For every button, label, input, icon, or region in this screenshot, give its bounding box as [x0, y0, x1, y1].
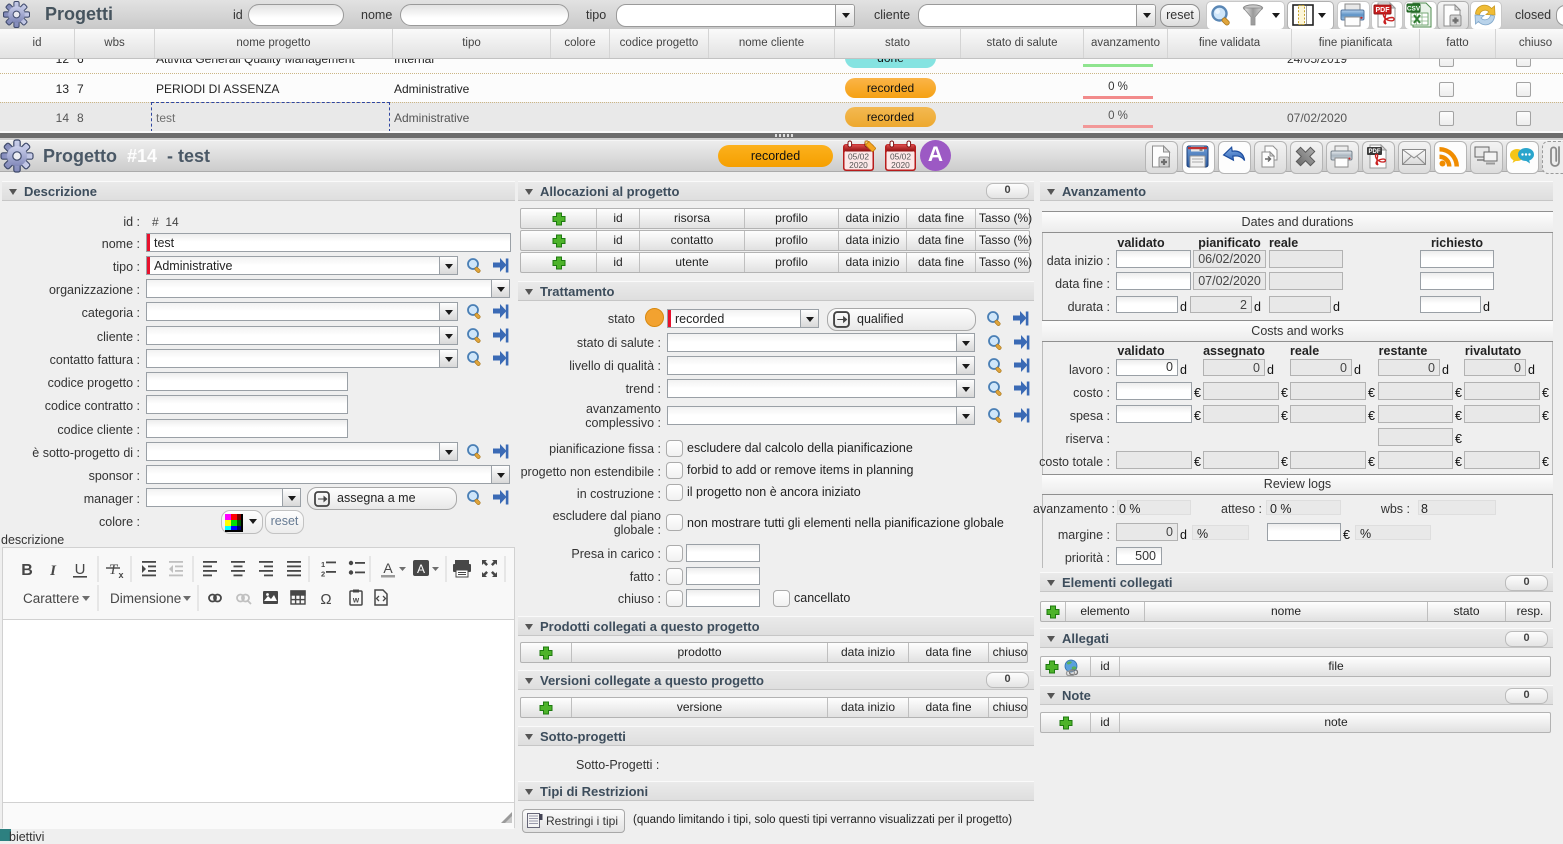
svg-text:2020: 2020 — [891, 160, 910, 170]
svg-text:Carattere: Carattere — [23, 591, 79, 606]
svg-text:x: x — [118, 570, 123, 580]
svg-text:T: T — [109, 562, 119, 578]
svg-text:U: U — [75, 561, 86, 578]
svg-text:A: A — [383, 560, 393, 576]
svg-text:Ω: Ω — [320, 591, 331, 608]
svg-text:2020: 2020 — [849, 160, 868, 170]
svg-text:B: B — [21, 562, 33, 579]
svg-text:I: I — [49, 563, 57, 579]
svg-text:2: 2 — [321, 570, 325, 579]
svg-text:PDF: PDF — [1369, 149, 1381, 155]
svg-text:w: w — [352, 596, 360, 605]
svg-text:CSV: CSV — [1407, 5, 1421, 12]
svg-text:1: 1 — [321, 560, 325, 569]
svg-text:Dimensione: Dimensione — [110, 591, 181, 606]
